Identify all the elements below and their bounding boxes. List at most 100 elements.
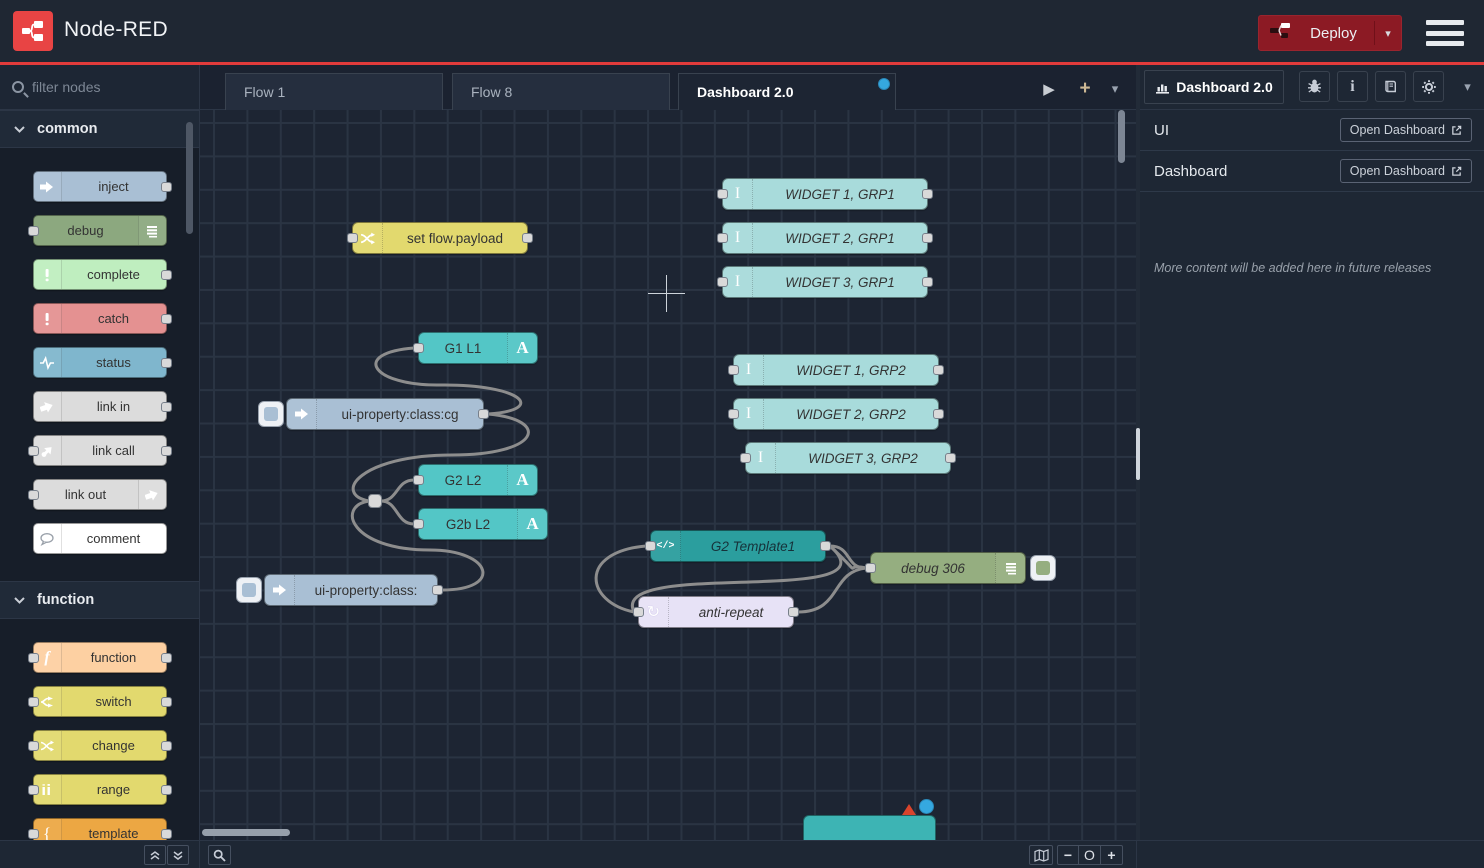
output-port[interactable] <box>161 182 172 192</box>
wire-junction[interactable] <box>368 494 382 508</box>
tab-flow-8[interactable]: Flow 8 <box>452 73 670 110</box>
output-port[interactable] <box>161 358 172 368</box>
output-port[interactable] <box>922 277 933 287</box>
input-port[interactable] <box>717 277 728 287</box>
tab-scroll-right-button[interactable]: ▶ <box>1036 77 1062 101</box>
output-port[interactable] <box>522 233 533 243</box>
output-port[interactable] <box>161 270 172 280</box>
input-port[interactable] <box>28 697 39 707</box>
node-anti-repeat[interactable]: ↻ anti-repeat <box>638 596 794 628</box>
output-port[interactable] <box>933 365 944 375</box>
palette-node-range[interactable]: range <box>33 774 167 805</box>
input-port[interactable] <box>717 189 728 199</box>
palette-node-link-in[interactable]: link in <box>33 391 167 422</box>
palette-node-inject[interactable]: inject <box>33 171 167 202</box>
palette-collapse-all-button[interactable] <box>144 845 166 865</box>
input-port[interactable] <box>28 490 39 500</box>
sidebar-tab-dashboard[interactable]: Dashboard 2.0 <box>1144 70 1284 104</box>
output-port[interactable] <box>922 189 933 199</box>
output-port[interactable] <box>820 541 831 551</box>
open-dashboard-button-ui[interactable]: Open Dashboard <box>1340 118 1472 142</box>
input-port[interactable] <box>740 453 751 463</box>
palette-node-debug[interactable]: debug <box>33 215 167 246</box>
palette-node-link-call[interactable]: link call <box>33 435 167 466</box>
output-port[interactable] <box>788 607 799 617</box>
search-flows-button[interactable] <box>208 845 231 865</box>
category-common[interactable]: common <box>0 110 199 148</box>
node-ui-property-class-cg[interactable]: ui-property:class:cg <box>286 398 484 430</box>
node-set-flow-payload[interactable]: set flow.payload <box>352 222 528 254</box>
palette-node-change[interactable]: change <box>33 730 167 761</box>
tab-dashboard-2-0[interactable]: Dashboard 2.0 <box>678 73 896 110</box>
palette-filter[interactable] <box>0 65 199 110</box>
output-port[interactable] <box>161 697 172 707</box>
node-debug-306[interactable]: debug 306 <box>870 552 1026 584</box>
inject-button[interactable] <box>236 577 262 603</box>
open-dashboard-button-dashboard[interactable]: Open Dashboard <box>1340 159 1472 183</box>
node-ui-property-class[interactable]: ui-property:class: <box>264 574 438 606</box>
output-port[interactable] <box>161 741 172 751</box>
zoom-out-button[interactable]: − <box>1057 845 1079 865</box>
deploy-button[interactable]: Deploy ▾ <box>1258 15 1402 51</box>
input-port[interactable] <box>28 785 39 795</box>
node-partial-bottom[interactable] <box>803 815 936 840</box>
canvas-horizontal-scrollbar[interactable] <box>202 829 290 836</box>
main-menu-button[interactable] <box>1426 20 1464 46</box>
input-port[interactable] <box>347 233 358 243</box>
input-port[interactable] <box>28 226 39 236</box>
canvas-vertical-scrollbar[interactable] <box>1118 110 1125 163</box>
palette-scrollbar[interactable] <box>186 122 193 234</box>
output-port[interactable] <box>933 409 944 419</box>
input-port[interactable] <box>28 653 39 663</box>
node-g2-template1[interactable]: </> G2 Template1 <box>650 530 826 562</box>
output-port[interactable] <box>945 453 956 463</box>
inject-button[interactable] <box>258 401 284 427</box>
palette-node-status[interactable]: status <box>33 347 167 378</box>
output-port[interactable] <box>161 446 172 456</box>
output-port[interactable] <box>161 785 172 795</box>
add-flow-button[interactable]: + <box>1072 77 1098 101</box>
input-port[interactable] <box>28 446 39 456</box>
palette-node-link-out[interactable]: link out <box>33 479 167 510</box>
output-port[interactable] <box>922 233 933 243</box>
node-widget-1-grp2[interactable]: I WIDGET 1, GRP2 <box>733 354 939 386</box>
palette-node-switch[interactable]: switch <box>33 686 167 717</box>
output-port[interactable] <box>161 829 172 839</box>
input-port[interactable] <box>865 563 876 573</box>
filter-nodes-input[interactable] <box>32 79 182 95</box>
input-port[interactable] <box>633 607 644 617</box>
node-widget-2-grp1[interactable]: I WIDGET 2, GRP1 <box>722 222 928 254</box>
input-port[interactable] <box>717 233 728 243</box>
sidebar-dropdown-button[interactable]: ▾ <box>1452 71 1483 102</box>
flow-list-dropdown-button[interactable]: ▾ <box>1102 77 1128 101</box>
help-button[interactable] <box>1375 71 1406 102</box>
node-widget-2-grp2[interactable]: I WIDGET 2, GRP2 <box>733 398 939 430</box>
node-widget-3-grp2[interactable]: I WIDGET 3, GRP2 <box>745 442 951 474</box>
palette-node-complete[interactable]: complete <box>33 259 167 290</box>
settings-button[interactable] <box>1413 71 1444 102</box>
node-widget-1-grp1[interactable]: I WIDGET 1, GRP1 <box>722 178 928 210</box>
zoom-in-button[interactable]: + <box>1101 845 1123 865</box>
flow-workspace[interactable]: set flow.payload I WIDGET 1, GRP1 I WIDG… <box>200 110 1136 840</box>
zoom-reset-button[interactable]: O <box>1079 845 1101 865</box>
input-port[interactable] <box>413 519 424 529</box>
output-port[interactable] <box>478 409 489 419</box>
node-g2b-l2[interactable]: G2b L2 A <box>418 508 548 540</box>
palette-node-template[interactable]: { template <box>33 818 167 840</box>
output-port[interactable] <box>161 314 172 324</box>
palette-node-catch[interactable]: catch <box>33 303 167 334</box>
palette-node-comment[interactable]: comment <box>33 523 167 554</box>
node-g1-l1[interactable]: G1 L1 A <box>418 332 538 364</box>
input-port[interactable] <box>728 409 739 419</box>
info-button[interactable]: i <box>1337 71 1368 102</box>
node-widget-3-grp1[interactable]: I WIDGET 3, GRP1 <box>722 266 928 298</box>
navigator-button[interactable] <box>1029 845 1053 865</box>
input-port[interactable] <box>413 343 424 353</box>
tab-flow-1[interactable]: Flow 1 <box>225 73 443 110</box>
debug-toggle-button[interactable] <box>1030 555 1056 581</box>
deploy-chevron-icon[interactable]: ▾ <box>1375 27 1401 40</box>
palette-expand-all-button[interactable] <box>167 845 189 865</box>
category-function[interactable]: function <box>0 581 199 619</box>
input-port[interactable] <box>28 741 39 751</box>
node-g2-l2[interactable]: G2 L2 A <box>418 464 538 496</box>
